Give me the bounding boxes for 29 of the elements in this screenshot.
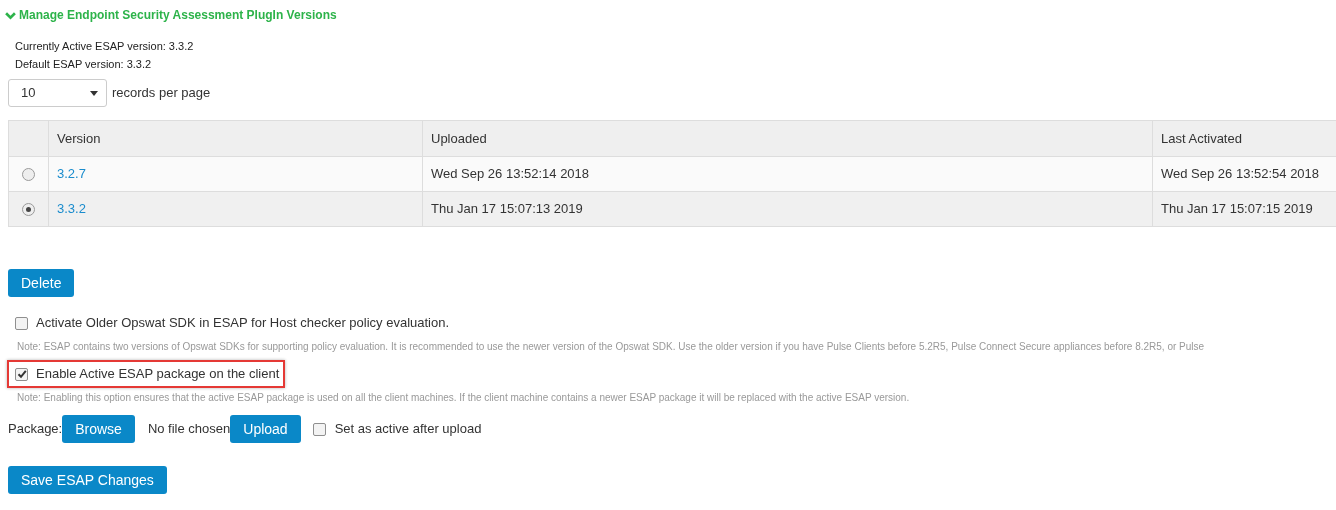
- radio-button[interactable]: [22, 167, 35, 181]
- checkbox[interactable]: [312, 422, 326, 436]
- browse-button[interactable]: Browse: [62, 415, 135, 443]
- info-text: Currently Active ESAP version: 3.3.2: [15, 40, 195, 53]
- radio-button[interactable]: [22, 202, 35, 216]
- version-link[interactable]: 3.2.7: [57, 166, 86, 182]
- table-cell: Wed Sep 26 13:52:14 2018: [422, 156, 1153, 192]
- section-title[interactable]: Manage Endpoint Security Assessment PlugIn Versions: [19, 6, 337, 24]
- version-link[interactable]: 3.3.2: [57, 201, 86, 217]
- info-text: Default ESAP version: 3.3.2: [15, 58, 153, 71]
- option-label: Enable Active ESAP package on the client: [36, 365, 280, 384]
- table-cell: Thu Jan 17 15:07:13 2019: [422, 191, 1153, 227]
- page-size-label: records per page: [112, 84, 211, 103]
- column-header: Uploaded: [422, 120, 1153, 157]
- column-header: Last Activated: [1152, 120, 1336, 157]
- option-label: Activate Older Opswat SDK in ESAP for Host checker policy evaluation.: [36, 314, 450, 333]
- page-size-select[interactable]: 10: [8, 79, 107, 107]
- upload-button[interactable]: Upload: [230, 415, 301, 443]
- option-note: Note: ESAP contains two versions of Opswat SDKs for supporting policy evaluation. It is recommended to use the newer version of the Opswat SDK. Use the older version if you have Pulse Clients before 5.2R5, Pulse Connect Secure appliances before 8.2R5, or Pulse: [16, 340, 1206, 354]
- option-note: Note: Enabling this option ensures that the active ESAP package is used on all the client machines. If the client machine contains a newer ESAP package it will be replaced with the active ESAP version.: [16, 391, 911, 405]
- caret-icon: [90, 90, 98, 96]
- set-active-label: Set as active after upload: [334, 420, 482, 439]
- package-label: Package:: [8, 420, 63, 439]
- file-status: No file chosen: [147, 420, 231, 439]
- column-header: Version: [48, 120, 423, 157]
- delete-button[interactable]: Delete: [8, 269, 75, 297]
- save-button[interactable]: Save ESAP Changes: [8, 466, 167, 494]
- checkbox[interactable]: [15, 316, 28, 330]
- checkbox[interactable]: [15, 367, 28, 381]
